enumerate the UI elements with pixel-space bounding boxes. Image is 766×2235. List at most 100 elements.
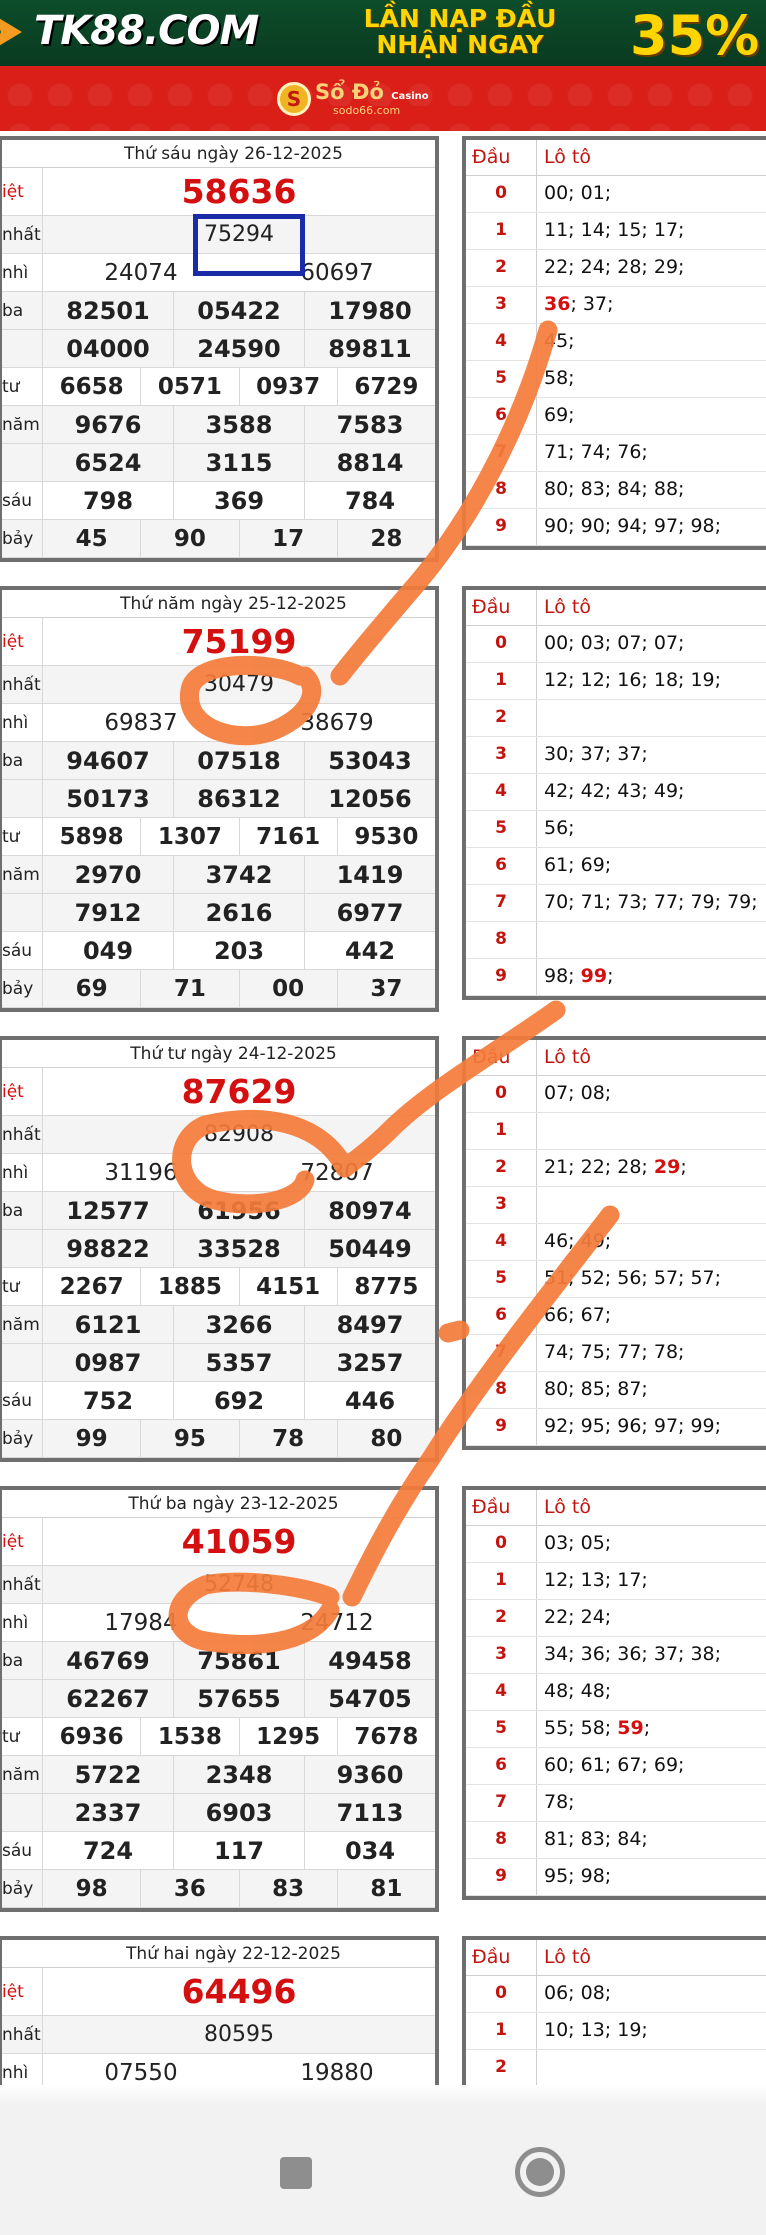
recents-button[interactable] — [280, 2157, 312, 2189]
prize-values: 46769 75861 49458 — [42, 1642, 435, 1679]
prize-number: 94607 — [66, 747, 150, 775]
prize-number: 36 — [140, 1870, 238, 1907]
divider — [536, 922, 537, 958]
prize-number: 83 — [238, 1870, 337, 1907]
loto-values: 34; 36; 36; 37; 38; — [544, 1643, 722, 1665]
loto-dau: 7 — [495, 892, 507, 912]
loto-row: 1 12; 13; 17; — [466, 1563, 766, 1600]
divider — [536, 848, 537, 884]
prize-label: sáu — [2, 1841, 33, 1861]
stroke-dash — [438, 1320, 470, 1343]
divider — [536, 1748, 537, 1784]
loto-dau: 7 — [495, 1342, 507, 1362]
result-date-title: Thứ ba ngày 23-12-2025 — [2, 1490, 435, 1518]
prize-number: 0987 — [74, 1349, 142, 1377]
prize-number: 61956 — [173, 1192, 304, 1229]
prize-number: 6903 — [173, 1794, 304, 1831]
prize-number: 1538 — [140, 1718, 238, 1755]
home-button[interactable] — [515, 2147, 565, 2197]
loto-table: Đầu Lô tô 0 00; 03; 07; 07; 1 12; 12; 16; 18;… — [462, 586, 766, 1000]
loto-values: 12; 12; 16; 18; 19; — [544, 669, 722, 691]
prize-number: 98 — [75, 1876, 108, 1902]
prize-values: 62267 57655 54705 — [42, 1680, 435, 1717]
prize-values: 45 90 17 28 — [42, 520, 435, 557]
prize-number: 28 — [336, 520, 435, 557]
prize-number: 62267 — [66, 1685, 150, 1713]
prize-values: 94607 07518 53043 — [42, 742, 435, 779]
highlighted-number: 29 — [653, 1156, 681, 1178]
loto-row: 7 70; 71; 73; 77; 79; 79; — [466, 885, 766, 922]
loto-dau: 2 — [495, 1607, 507, 1627]
loto-head-loto: Lô tô — [544, 596, 591, 618]
divider — [536, 1563, 537, 1599]
logo-coin-icon: S — [277, 82, 311, 116]
divider — [536, 1637, 537, 1673]
loto-values: 22; 24; 28; 29; — [544, 256, 685, 278]
prize-number: 53043 — [304, 742, 435, 779]
divider — [536, 398, 537, 434]
prize-number: 80 — [336, 1420, 435, 1457]
loto-table: Đầu Lô tô 0 03; 05; 1 12; 13; 17; 2 22; 24; 3 34;… — [462, 1486, 766, 1900]
prize-number: 6121 — [74, 1311, 142, 1339]
prize-number: 12577 — [66, 1197, 150, 1225]
prize-row-g6: sáu 724 117 034 — [2, 1832, 435, 1870]
prize-values: 99 95 78 80 — [42, 1420, 435, 1457]
loto-values: 12; 13; 17; — [544, 1569, 648, 1591]
divider — [536, 287, 537, 323]
prize-number: 2348 — [173, 1756, 304, 1793]
prize-row-db: iệt 75199 — [2, 618, 435, 666]
loto-values: 03; 05; — [544, 1532, 612, 1554]
loto-dau: 5 — [495, 818, 507, 838]
special-prize-number: 64496 — [181, 1972, 297, 2011]
divider — [536, 140, 537, 175]
loto-dau: 8 — [495, 1829, 507, 1849]
prize-label: iệt — [2, 1532, 24, 1552]
prize-number: 05422 — [173, 292, 304, 329]
loto-row: 0 07; 08; — [466, 1076, 766, 1113]
prize-values: 04000 24590 89811 — [42, 330, 435, 367]
prize-number: 82501 — [66, 297, 150, 325]
prize-number: 2337 — [74, 1799, 142, 1827]
loto-values: 60; 61; 67; 69; — [544, 1754, 685, 1776]
prize-number: 3257 — [304, 1344, 435, 1381]
divider — [536, 700, 537, 736]
divider — [536, 1526, 537, 1562]
site-logo[interactable]: S Sổ Đỏ Casino sodo66.com — [277, 78, 447, 120]
prize-number: 446 — [304, 1382, 435, 1419]
loto-dau: 7 — [495, 442, 507, 462]
prize-values: 17984 24712 — [42, 1604, 435, 1641]
loto-dau: 2 — [495, 707, 507, 727]
divider — [536, 435, 537, 471]
prize-number: 1307 — [140, 818, 238, 855]
prize-number: 04000 — [66, 335, 150, 363]
prize-label: sáu — [2, 491, 33, 511]
prize-number: 30479 — [204, 672, 274, 697]
loto-values: 58; — [544, 367, 575, 389]
loto-row: 6 60; 61; 67; 69; — [466, 1748, 766, 1785]
prize-number: 71 — [140, 970, 238, 1007]
divider — [536, 1674, 537, 1710]
ad-banner[interactable]: TK88.COM LẦN NẠP ĐẦU NHẬN NGAY 35% — [0, 0, 766, 66]
divider — [536, 1859, 537, 1895]
prize-number: 54705 — [304, 1680, 435, 1717]
prize-label: tư — [2, 377, 20, 397]
prize-values: 6524 3115 8814 — [42, 444, 435, 481]
prize-values: 98 36 83 81 — [42, 1870, 435, 1907]
result-table: Thứ ba ngày 23-12-2025 iệt 41059 nhất 52748 n… — [0, 1486, 439, 1912]
loto-row: 8 80; 85; 87; — [466, 1372, 766, 1409]
loto-row: 2 21; 22; 28; 29; — [466, 1150, 766, 1187]
prize-label: bảy — [2, 529, 34, 549]
prize-number: 80974 — [304, 1192, 435, 1229]
prize-label: sáu — [2, 941, 33, 961]
special-prize-number: 75199 — [181, 622, 297, 661]
prize-number: 80595 — [204, 2022, 274, 2047]
divider — [536, 361, 537, 397]
loto-header: Đầu Lô tô — [466, 590, 766, 626]
prize-number: 0571 — [140, 368, 238, 405]
loto-dau: 5 — [495, 1268, 507, 1288]
loto-row: 4 48; 48; — [466, 1674, 766, 1711]
divider — [536, 959, 537, 995]
divider — [536, 885, 537, 921]
loto-values: 71; 74; 76; — [544, 441, 648, 463]
prize-number: 2616 — [173, 894, 304, 931]
